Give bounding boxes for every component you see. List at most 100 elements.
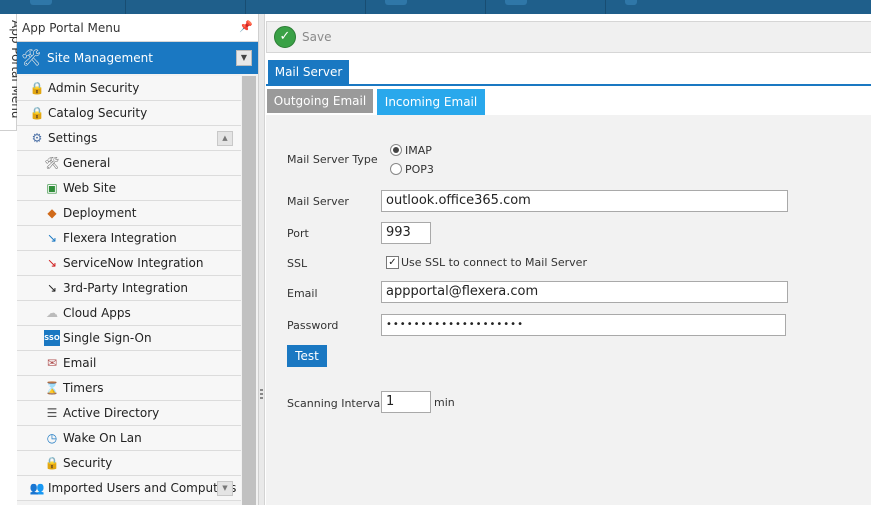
sidebar-item-security[interactable]: 🔒 Security <box>17 451 241 476</box>
directory-icon: ☰ <box>46 406 58 420</box>
port-label: Port <box>287 227 309 240</box>
sidebar-item-flexera-integration[interactable]: ↘ Flexera Integration <box>17 226 241 251</box>
sidebar-item-label: Email <box>63 356 97 370</box>
top-navigation-bar <box>0 0 871 14</box>
mail-server-type-label: Mail Server Type <box>287 153 378 166</box>
sidebar-item-label: Deployment <box>63 206 137 220</box>
scanning-interval-unit: min <box>434 396 455 409</box>
collapse-icon[interactable]: ▲ <box>217 131 233 146</box>
email-icon: ✉ <box>46 356 58 370</box>
password-label: Password <box>287 319 339 332</box>
sidebar-item-label: ServiceNow Integration <box>63 256 204 270</box>
hourglass-icon: ⌛ <box>44 381 60 395</box>
sidebar-item-active-directory[interactable]: ☰ Active Directory <box>17 401 241 426</box>
save-check-icon[interactable]: ✓ <box>274 26 296 48</box>
site-management-label: Site Management <box>47 51 153 65</box>
gear-icon: ⚙ <box>31 131 43 145</box>
password-input[interactable]: •••••••••••••••••••• <box>381 314 786 336</box>
sidebar-item-cloud-apps[interactable]: ☁ Cloud Apps <box>17 301 241 326</box>
nav-divider <box>485 0 486 14</box>
sidebar-item-label: Cloud Apps <box>63 306 131 320</box>
port-input[interactable]: 993 <box>381 222 431 244</box>
scanning-interval-label: Scanning Interval <box>287 397 384 410</box>
email-input[interactable]: appportal@flexera.com <box>381 281 788 303</box>
navigation-scrollbar[interactable] <box>242 76 256 505</box>
imap-label: IMAP <box>405 144 432 157</box>
nav-divider <box>245 0 246 14</box>
mail-server-label: Mail Server <box>287 195 349 208</box>
sidebar-item-wake-on-lan[interactable]: ◷ Wake On Lan <box>17 426 241 451</box>
sidebar-item-label: Admin Security <box>48 81 140 95</box>
nav-icon-4[interactable] <box>625 0 637 5</box>
sidebar-item-label: Catalog Security <box>48 106 148 120</box>
test-button[interactable]: Test <box>287 345 327 367</box>
cloud-icon: ☁ <box>46 306 58 320</box>
sidebar-item-3rd-party-integration[interactable]: ↘ 3rd-Party Integration <box>17 276 241 301</box>
sidebar-item-settings[interactable]: ⚙ Settings ▲ <box>17 126 241 151</box>
panel-splitter[interactable] <box>259 14 265 505</box>
app-portal-menu-vertical-tab[interactable]: App Portal Menu <box>0 14 23 131</box>
sidebar-item-imported-users-and-computers[interactable]: 👥 Imported Users and Computers ▼ <box>17 476 241 501</box>
pin-icon[interactable]: 📌 <box>239 20 253 33</box>
ssl-checkbox[interactable]: ✓ <box>386 256 399 269</box>
sidebar-item-deployment[interactable]: ◆ Deployment <box>17 201 241 226</box>
tab-outgoing-email[interactable]: Outgoing Email <box>267 89 373 113</box>
app-portal-menu-panel: App Portal Menu 📌 🛠 Site Management ▼ 🔒 A… <box>17 14 259 505</box>
sidebar-item-web-site[interactable]: ▣ Web Site <box>17 176 241 201</box>
panel-title: App Portal Menu <box>22 21 121 35</box>
sidebar-item-catalog-security[interactable]: 🔒 Catalog Security <box>17 101 241 126</box>
sidebar-item-label: Single Sign-On <box>63 331 152 345</box>
sidebar-item-label: Active Directory <box>63 406 160 420</box>
email-label: Email <box>287 287 318 300</box>
deployment-icon: ◆ <box>47 206 57 220</box>
nav-divider <box>125 0 126 14</box>
tools-icon: 🛠 <box>44 156 60 170</box>
panel-header: App Portal Menu 📌 <box>17 14 258 42</box>
sidebar-item-email[interactable]: ✉ Email <box>17 351 241 376</box>
clock-icon: ◷ <box>46 431 58 445</box>
nav-divider <box>365 0 366 14</box>
nav-icon-1[interactable] <box>30 0 52 5</box>
mail-server-input[interactable]: outlook.office365.com <box>381 190 788 212</box>
sidebar-item-label: Web Site <box>63 181 117 195</box>
save-button[interactable]: Save <box>302 30 331 44</box>
imap-radio[interactable] <box>390 144 402 156</box>
third-party-icon: ↘ <box>46 281 58 295</box>
nav-icon-3[interactable] <box>505 0 527 5</box>
users-icon: 👥 <box>29 481 45 495</box>
sidebar-item-label: Imported Users and Computers <box>48 481 237 495</box>
site-management-tools-icon: 🛠 <box>21 48 42 67</box>
scanning-interval-input[interactable]: 1 <box>381 391 431 413</box>
toolbar: ✓ Save <box>266 21 871 53</box>
sidebar-item-label: Security <box>63 456 113 470</box>
expand-icon[interactable]: ▼ <box>217 481 233 496</box>
tab-mail-server[interactable]: Mail Server <box>268 60 349 84</box>
section-dropdown-icon[interactable]: ▼ <box>236 50 252 66</box>
sidebar-item-timers[interactable]: ⌛ Timers <box>17 376 241 401</box>
sidebar-item-single-sign-on[interactable]: SSO Single Sign-On <box>17 326 241 351</box>
pop3-radio[interactable] <box>390 163 402 175</box>
sidebar-item-admin-security[interactable]: 🔒 Admin Security <box>17 76 241 101</box>
sidebar-item-servicenow-integration[interactable]: ↘ ServiceNow Integration <box>17 251 241 276</box>
site-management-section[interactable]: 🛠 Site Management ▼ <box>17 42 258 74</box>
nav-divider <box>605 0 606 14</box>
lock-icon: 🔒 <box>29 106 45 120</box>
tab-underline <box>266 84 871 86</box>
sidebar-item-general[interactable]: 🛠 General <box>17 151 241 176</box>
sidebar-item-label: Wake On Lan <box>63 431 142 445</box>
nav-icon-2[interactable] <box>385 0 407 5</box>
flexera-icon: ↘ <box>46 231 58 245</box>
ssl-label: SSL <box>287 257 308 270</box>
sidebar-item-label: 3rd-Party Integration <box>63 281 189 295</box>
pop3-label: POP3 <box>405 163 434 176</box>
splitter-grip-icon[interactable] <box>260 389 263 401</box>
ssl-checkbox-label: Use SSL to connect to Mail Server <box>401 256 587 269</box>
servicenow-icon: ↘ <box>46 256 58 270</box>
sidebar-item-label: Settings <box>48 131 98 145</box>
sso-icon: SSO <box>44 330 60 346</box>
sidebar-item-label: Timers <box>63 381 104 395</box>
lock-icon: 🔒 <box>29 81 45 95</box>
website-icon: ▣ <box>46 181 58 195</box>
tab-incoming-email[interactable]: Incoming Email <box>377 89 485 115</box>
lock-icon: 🔒 <box>44 456 60 470</box>
